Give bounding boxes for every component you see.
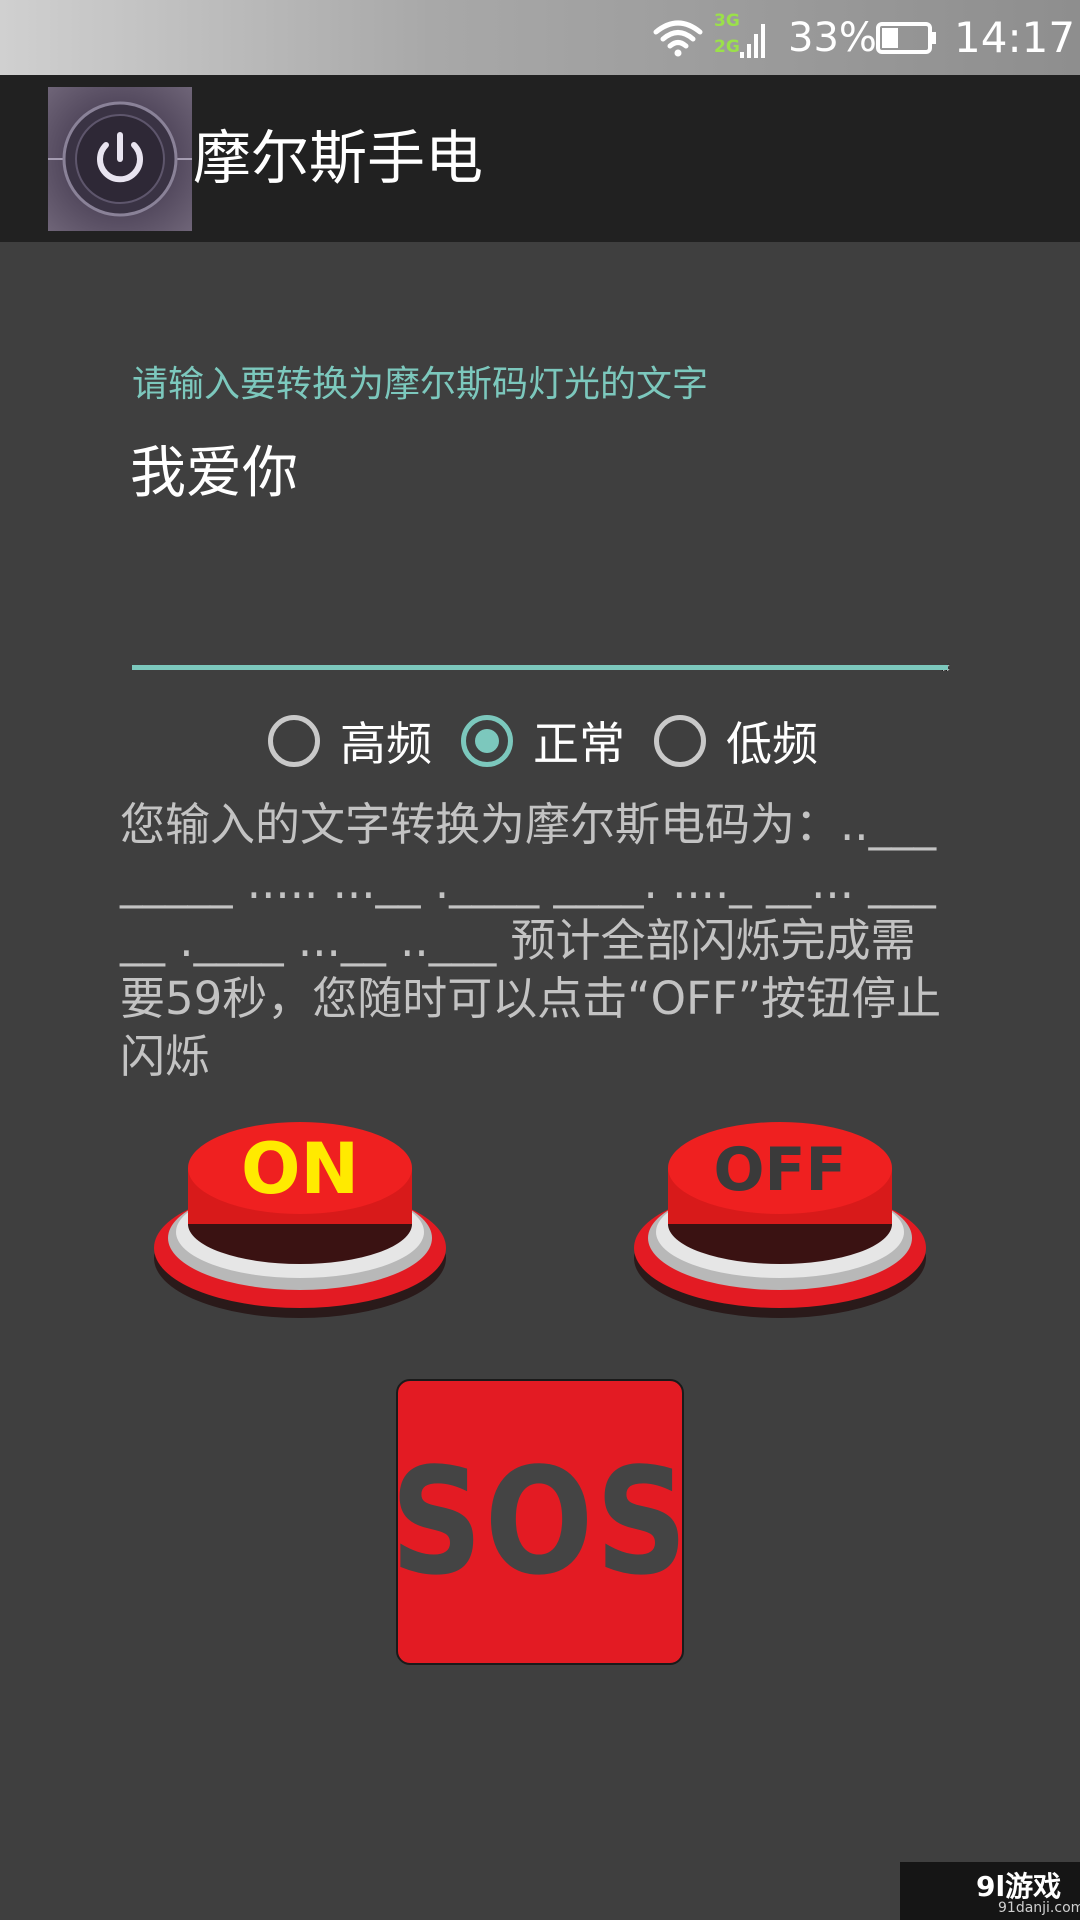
radio-normal-frequency[interactable]: 正常: [461, 706, 625, 776]
power-icon: [48, 87, 192, 231]
on-button[interactable]: ON: [150, 1098, 450, 1328]
battery-percent: 33%: [788, 14, 877, 61]
input-underline: [132, 665, 948, 670]
radio-low-label: 低频: [726, 717, 818, 771]
radio-circle: [268, 715, 320, 767]
sos-button-label: SOS: [390, 1436, 690, 1608]
sos-button[interactable]: SOS: [390, 1379, 688, 1665]
radio-high-frequency[interactable]: 高频: [268, 706, 432, 776]
battery-icon: [876, 0, 938, 75]
input-hint-label: 请输入要转换为摩尔斯码灯光的文字: [132, 364, 709, 405]
status-bar: 3G 2G 33% 14:17: [0, 0, 1080, 75]
clock: 14:17: [954, 13, 1076, 62]
watermark-sub-text: 91danji.com: [998, 1900, 1080, 1916]
wifi-icon: [652, 0, 708, 75]
off-button[interactable]: OFF: [630, 1098, 930, 1328]
radio-high-label: 高频: [340, 717, 432, 771]
radio-low-frequency[interactable]: 低频: [654, 706, 818, 776]
watermark-logo: 9l游戏 91danji.com: [900, 1862, 1080, 1920]
off-button-label: OFF: [714, 1135, 847, 1205]
morse-result-text: 您输入的文字转换为摩尔斯电码为：..___ _____ ..... ...__ …: [120, 798, 942, 1083]
signal-icon: 3G 2G: [712, 0, 772, 75]
app-title: 摩尔斯手电: [193, 124, 484, 192]
text-input[interactable]: 我爱你: [130, 432, 950, 672]
on-button-label: ON: [241, 1128, 359, 1210]
radio-circle: [654, 715, 706, 767]
app-bar: 摩尔斯手电: [0, 75, 1080, 242]
radio-normal-label: 正常: [533, 717, 625, 771]
radio-circle-checked: [461, 715, 513, 767]
watermark-main-text: 9l游戏: [976, 1870, 1062, 1903]
